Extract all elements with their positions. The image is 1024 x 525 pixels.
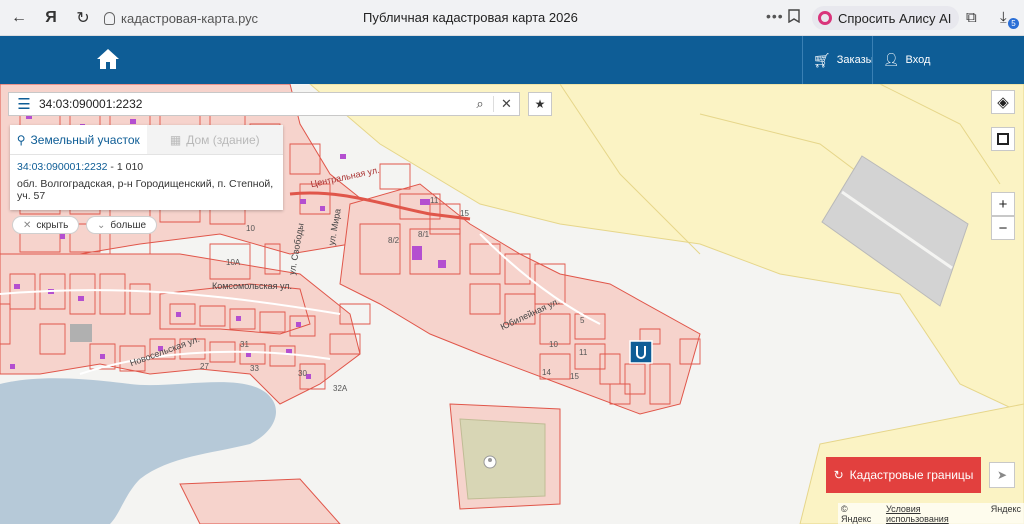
back-icon[interactable]: ← xyxy=(6,5,32,31)
zoom-out-button[interactable]: − xyxy=(991,216,1015,240)
parcel-number: 11 xyxy=(579,348,588,357)
zoom-in-button[interactable]: + xyxy=(991,192,1015,216)
orders-button[interactable]: 🛒︎ Заказы xyxy=(802,36,874,84)
basemap-button[interactable] xyxy=(991,127,1015,151)
page-title: Публичная кадастровая карта 2026 xyxy=(363,10,578,25)
yandex-logo[interactable]: Яндекс xyxy=(991,504,1021,524)
refresh-icon: ↻ xyxy=(833,468,844,482)
reload-icon[interactable]: ↻ xyxy=(70,5,96,31)
downloads-badge: 5 xyxy=(1008,18,1019,29)
app-header: 🛒︎ Заказы 👤︎ Вход xyxy=(0,36,1024,84)
alice-label: Спросить Алису AI xyxy=(838,10,952,26)
copyright-text: © Яндекс xyxy=(841,504,872,524)
menu-icon[interactable]: ☰ xyxy=(9,95,39,113)
tab-house-label: Дом (здание) xyxy=(186,132,260,147)
parcel-number: 33 xyxy=(250,364,259,373)
search-input[interactable]: 34:03:090001:2232 xyxy=(39,97,467,111)
parcel-number: 10 xyxy=(246,224,255,233)
geolocation-button[interactable]: ➤ xyxy=(989,462,1015,488)
favorite-button[interactable]: ★ xyxy=(528,92,552,116)
parcel-number: 31 xyxy=(240,340,249,349)
cadastral-borders-label: Кадастровые границы xyxy=(849,468,974,482)
url-text: кадастровая-карта.рус xyxy=(121,10,259,26)
star-icon: ★ xyxy=(534,97,546,111)
layers-button[interactable]: ◈ xyxy=(991,90,1015,114)
address-bar[interactable]: кадастровая-карта.рус xyxy=(104,7,258,29)
yandex-icon[interactable]: Я xyxy=(38,5,64,31)
building-icon: ▦ xyxy=(169,132,182,147)
downloads-icon[interactable]: ⤓ xyxy=(1000,9,1007,26)
parcel-number: 32А xyxy=(333,384,348,393)
parcel-number: 5 xyxy=(580,316,585,325)
orders-label: Заказы xyxy=(836,54,874,66)
parcel-info-panel: ⚲ Земельный участок ▦ Дом (здание) 34:03… xyxy=(10,125,283,210)
parcel-number: 8/1 xyxy=(418,230,430,239)
more-icon[interactable]: ••• xyxy=(766,8,784,24)
extensions-icon[interactable]: ⧉ xyxy=(966,9,977,26)
user-icon: 👤︎ xyxy=(883,52,900,67)
tab-land-label: Земельный участок xyxy=(30,132,140,147)
parcel-address: обл. Волгоградская, р-н Городищенский, п… xyxy=(17,178,274,202)
parcel-number: 15 xyxy=(460,209,469,218)
search-bar: ☰ 34:03:090001:2232 ⌕ ✕ xyxy=(8,92,520,116)
search-icon[interactable]: ⌕ xyxy=(467,96,493,112)
panel-tabs: ⚲ Земельный участок ▦ Дом (здание) xyxy=(10,125,283,155)
login-label: Вход xyxy=(905,54,931,66)
hide-label: скрыть xyxy=(36,219,69,231)
alice-icon xyxy=(818,11,832,25)
parcel-number: 14 xyxy=(542,368,551,377)
more-label: больше xyxy=(110,219,147,231)
parcel-area: - 1 010 xyxy=(107,161,144,173)
cadastral-borders-button[interactable]: ↻ Кадастровые границы xyxy=(826,457,981,493)
tab-land-plot[interactable]: ⚲ Земельный участок xyxy=(10,125,147,154)
parcel-number: 10А xyxy=(226,258,241,267)
map-pin-icon: ⚲ xyxy=(16,132,26,147)
alice-button[interactable]: Спросить Алису AI xyxy=(812,6,960,30)
parcel-number: 10 xyxy=(549,340,558,349)
more-button[interactable]: ⌄ больше xyxy=(86,216,158,234)
layers-icon: ◈ xyxy=(997,94,1009,111)
cart-icon: 🛒︎ xyxy=(813,51,831,68)
parcel-number: 30 xyxy=(298,369,307,378)
cadastral-line: 34:03:090001:2232 - 1 010 xyxy=(17,161,283,173)
cadastral-number-link[interactable]: 34:03:090001:2232 xyxy=(17,161,108,173)
street-label-komsomolskaya: Комсомольская ул. xyxy=(212,281,293,291)
parcel-number: 27 xyxy=(200,362,209,371)
home-icon[interactable] xyxy=(96,48,120,70)
bookmark-icon[interactable] xyxy=(788,9,800,23)
close-icon: ✕ xyxy=(23,219,32,231)
login-button[interactable]: 👤︎ Вход xyxy=(872,36,932,84)
map-attribution: © Яндекс Условия использования Яндекс xyxy=(838,503,1024,525)
parcel-number: 8/2 xyxy=(388,236,400,245)
square-icon xyxy=(997,133,1009,145)
tab-building[interactable]: ▦ Дом (здание) xyxy=(146,125,283,154)
site-info-icon[interactable] xyxy=(104,11,115,25)
chevron-down-icon: ⌄ xyxy=(97,219,106,231)
parcel-number: 15 xyxy=(570,372,579,381)
terms-link[interactable]: Условия использования xyxy=(886,504,985,524)
parcel-number: 11 xyxy=(430,196,439,205)
location-arrow-icon: ➤ xyxy=(996,468,1008,482)
hide-button[interactable]: ✕ скрыть xyxy=(12,216,80,234)
close-icon[interactable]: ✕ xyxy=(493,96,519,112)
